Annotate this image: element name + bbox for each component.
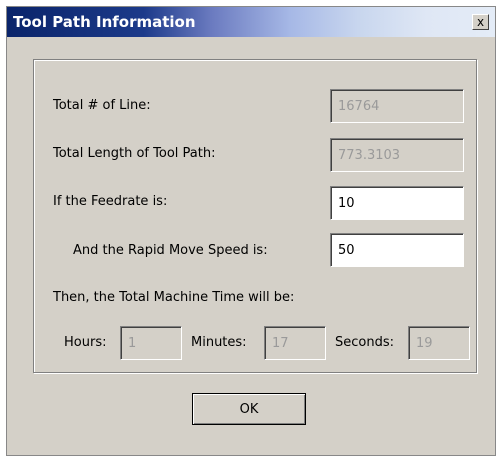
tool-path-dialog: Tool Path Information x Total # of Line:… <box>6 6 496 456</box>
close-button[interactable]: x <box>472 14 489 30</box>
minutes-label: Minutes: <box>191 335 247 350</box>
feedrate-label: If the Feedrate is: <box>53 194 168 209</box>
total-length-field[interactable] <box>330 138 464 172</box>
minutes-field[interactable] <box>264 326 326 360</box>
feedrate-input[interactable] <box>330 186 464 220</box>
total-length-label: Total Length of Tool Path: <box>53 146 216 161</box>
seconds-field[interactable] <box>408 326 470 360</box>
rapid-speed-input[interactable] <box>330 233 464 267</box>
hours-label: Hours: <box>64 335 107 350</box>
rapid-speed-label: And the Rapid Move Speed is: <box>73 243 268 258</box>
title-bar[interactable]: Tool Path Information x <box>7 7 495 37</box>
total-lines-field[interactable] <box>330 89 464 123</box>
close-icon: x <box>476 15 485 29</box>
machine-time-caption: Then, the Total Machine Time will be: <box>53 290 295 305</box>
total-lines-label: Total # of Line: <box>53 98 151 113</box>
dialog-title: Tool Path Information <box>13 13 196 31</box>
info-group-box: Total # of Line: Total Length of Tool Pa… <box>33 59 477 373</box>
hours-field[interactable] <box>120 326 182 360</box>
ok-button[interactable]: OK <box>192 393 306 425</box>
seconds-label: Seconds: <box>335 335 394 350</box>
